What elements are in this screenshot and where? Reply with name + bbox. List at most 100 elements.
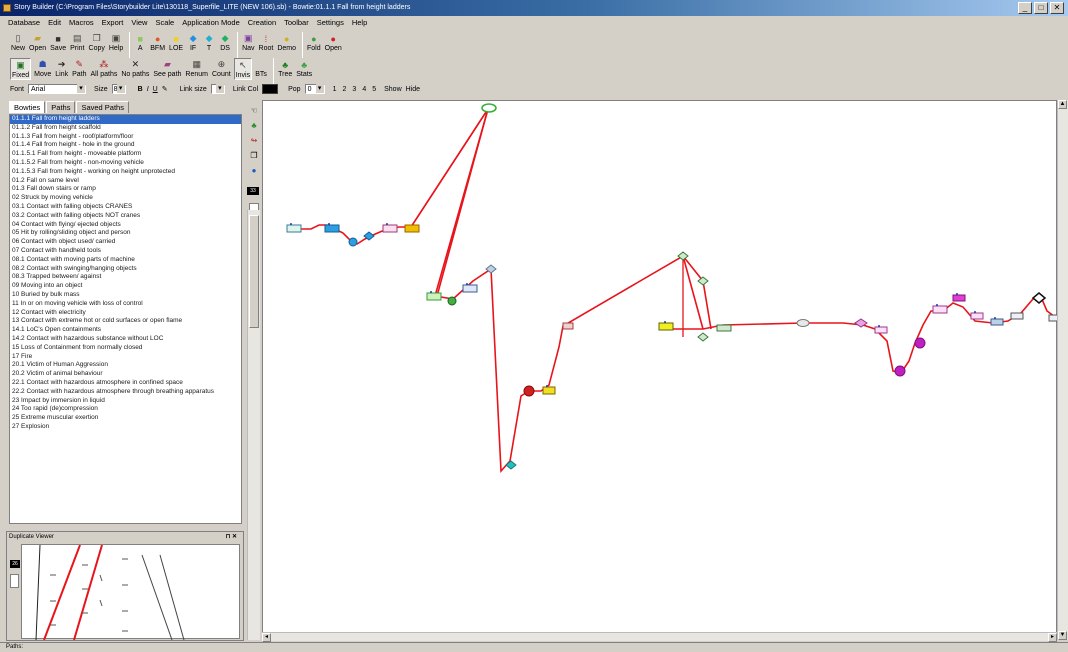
underline-button[interactable]: U — [153, 86, 158, 93]
toolbar-button-open[interactable]: ● Open — [324, 32, 343, 53]
bold-button[interactable]: B — [138, 86, 143, 93]
bowtie-list-item[interactable]: 22.1 Contact with hazardous atmosphere i… — [10, 379, 241, 388]
toolbar-button-demo[interactable]: ● Demo — [276, 32, 297, 53]
toolbar-button-open[interactable]: ▰ Open — [28, 32, 47, 52]
toolbar-button-renum[interactable]: ▦ Renum — [184, 58, 209, 78]
bowtie-list-item[interactable]: 24 Too rapid (de)compression — [10, 405, 241, 414]
level-button-3[interactable]: 3 — [352, 86, 356, 93]
toolbar-button-fold[interactable]: ● Fold — [306, 32, 322, 53]
bowtie-list-item[interactable]: 03.1 Contact with falling objects CRANES — [10, 203, 241, 212]
bowtie-list-item[interactable]: 11 In or on moving vehicle with loss of … — [10, 300, 241, 309]
toolbar-button-stats[interactable]: ♣ Stats — [295, 58, 313, 79]
bowtie-list-item[interactable]: 02 Struck by moving vehicle — [10, 194, 241, 203]
italic-button[interactable]: I — [147, 86, 149, 93]
bowtie-list-item[interactable]: 17 Fire — [10, 353, 241, 362]
info-icon[interactable]: ● — [249, 166, 259, 176]
pin-icon[interactable]: ⊓ — [226, 534, 231, 540]
menu-item-toolbar[interactable]: Toolbar — [284, 16, 309, 30]
toolbar-button-root[interactable]: ⁞ Root — [258, 32, 275, 53]
copy-small-icon[interactable]: ❐ — [249, 151, 259, 161]
tree-small-icon[interactable]: ♣ — [249, 121, 259, 131]
bowtie-list-item[interactable]: 10 Buried by bulk mass — [10, 291, 241, 300]
menu-item-export[interactable]: Export — [102, 16, 124, 30]
scroll-left-arrow[interactable]: ◂ — [262, 633, 271, 642]
minimize-button[interactable]: _ — [1018, 2, 1032, 14]
toolbar-button-a[interactable]: ■ A — [133, 32, 147, 53]
duplicate-slider[interactable] — [10, 574, 19, 588]
toolbar-button-help[interactable]: ▣ Help — [108, 32, 124, 52]
show-button[interactable]: Show — [384, 86, 402, 93]
bowtie-list-item[interactable]: 08.1 Contact with moving parts of machin… — [10, 256, 241, 265]
toolbar-button-fixed[interactable]: ▣ Fixed — [10, 58, 32, 80]
menu-item-macros[interactable]: Macros — [69, 16, 94, 30]
bowtie-list-item[interactable]: 22.2 Contact with hazardous atmosphere t… — [10, 388, 241, 397]
level-button-2[interactable]: 2 — [343, 86, 347, 93]
bowtie-list-item[interactable]: 01.2 Fall on same level — [10, 177, 241, 186]
menu-item-creation[interactable]: Creation — [248, 16, 276, 30]
toolbar-button-save[interactable]: ■ Save — [49, 32, 67, 53]
canvas-vertical-scrollbar[interactable]: ▲ ▼ — [1057, 100, 1068, 640]
bowtie-list-item[interactable]: 01.1.5.3 Fall from height - working on h… — [10, 168, 241, 177]
bowtie-list-item[interactable]: 01.1.1 Fall from height ladders — [10, 115, 241, 124]
level-button-4[interactable]: 4 — [362, 86, 366, 93]
menu-item-scale[interactable]: Scale — [155, 16, 174, 30]
duplicate-viewer-close[interactable]: ✕ — [232, 534, 240, 540]
close-button[interactable]: ✕ — [1050, 2, 1064, 14]
menu-item-database[interactable]: Database — [8, 16, 40, 30]
bowtie-list-item[interactable]: 27 Explosion — [10, 423, 241, 432]
toolbar-button-move[interactable]: ☗ Move — [33, 58, 52, 78]
toolbar-button-bfm[interactable]: ● BFM — [149, 32, 166, 53]
menu-item-help[interactable]: Help — [352, 16, 367, 30]
bowtie-list-item[interactable]: 06 Contact with object used/ carried — [10, 238, 241, 247]
menu-item-settings[interactable]: Settings — [317, 16, 344, 30]
bowtie-list-item[interactable]: 20.1 Victim of Human Aggression — [10, 361, 241, 370]
bowtie-list-item[interactable]: 14.2 Contact with hazardous substance wi… — [10, 335, 241, 344]
toolbar-button-link[interactable]: ➔ Link — [54, 58, 69, 78]
bowtie-list-item[interactable]: 13 Contact with extreme hot or cold surf… — [10, 317, 241, 326]
bowtie-list-item[interactable]: 08.2 Contact with swinging/hanging objec… — [10, 265, 241, 274]
path-small-icon[interactable]: ↬ — [249, 136, 259, 146]
bowtie-list-item[interactable]: 01.1.2 Fall from height scaffold — [10, 124, 241, 133]
bowtie-list-item[interactable]: 01.3 Fall down stairs or ramp — [10, 185, 241, 194]
bowtie-list-item[interactable]: 04 Contact with flying/ ejected objects — [10, 221, 241, 230]
scroll-right-arrow[interactable]: ▸ — [1048, 633, 1057, 642]
size-field[interactable]: 8 — [111, 84, 126, 94]
toolbar-button-invis[interactable]: ↖ Invis — [233, 58, 253, 80]
toolbar-button-nav[interactable]: ▣ Nav — [241, 32, 255, 52]
left-panel-scrollbar[interactable] — [247, 210, 260, 640]
level-button-5[interactable]: 5 — [372, 86, 376, 93]
toolbar-button-all-paths[interactable]: ⁂ All paths — [90, 58, 119, 78]
bowtie-list-item[interactable]: 01.1.5.1 Fall from height - moveable pla… — [10, 150, 241, 159]
scroll-up-arrow[interactable]: ▲ — [1058, 100, 1067, 109]
toolbar-button-copy[interactable]: ❐ Copy — [88, 32, 106, 52]
toolbar-button-new[interactable]: ▯ New — [10, 32, 26, 52]
bowtie-list-item[interactable]: 09 Moving into an object — [10, 282, 241, 291]
menu-item-view[interactable]: View — [131, 16, 147, 30]
bowtie-canvas[interactable] — [262, 100, 1058, 640]
bowtie-list-item[interactable]: 01.1.3 Fall from height - roof/platform/… — [10, 133, 241, 142]
bowtie-list-item[interactable]: 08.3 Trapped between/ against — [10, 273, 241, 282]
hide-button[interactable]: Hide — [406, 86, 420, 93]
bowtie-list-item[interactable]: 12 Contact with electricity — [10, 309, 241, 318]
menu-item-edit[interactable]: Edit — [48, 16, 61, 30]
toolbar-button-bts[interactable]: BTs — [254, 58, 268, 78]
toolbar-button-if[interactable]: ◆ IF — [186, 32, 200, 52]
duplicate-canvas[interactable] — [21, 544, 240, 641]
toolbar-button-ds[interactable]: ◆ DS — [218, 32, 232, 52]
canvas-horizontal-scrollbar[interactable]: ◂ ▸ — [262, 632, 1057, 642]
bowtie-list-item[interactable]: 20.2 Victim of animal behaviour — [10, 370, 241, 379]
font-select[interactable]: Arial — [28, 84, 87, 94]
pop-select[interactable]: 0 — [304, 84, 325, 94]
tab-paths[interactable]: Paths — [46, 101, 76, 113]
toolbar-button-print[interactable]: ▤ Print — [69, 32, 85, 52]
menu-item-application-mode[interactable]: Application Mode — [182, 16, 240, 30]
bowtie-list-item[interactable]: 01.1.4 Fall from height - hole in the gr… — [10, 141, 241, 150]
bowtie-list-item[interactable]: 03.2 Contact with falling objects NOT cr… — [10, 212, 241, 221]
bowtie-list-item[interactable]: 14.1 LoC's Open containments — [10, 326, 241, 335]
toolbar-button-no-paths[interactable]: ✕ No paths — [120, 58, 150, 78]
hand-icon[interactable]: ☜ — [249, 106, 259, 116]
link-color-swatch[interactable] — [262, 84, 279, 94]
bowtie-list-item[interactable]: 23 Impact by immersion in liquid — [10, 397, 241, 406]
scroll-down-arrow[interactable]: ▼ — [1058, 631, 1067, 640]
link-size-field[interactable] — [210, 84, 225, 94]
